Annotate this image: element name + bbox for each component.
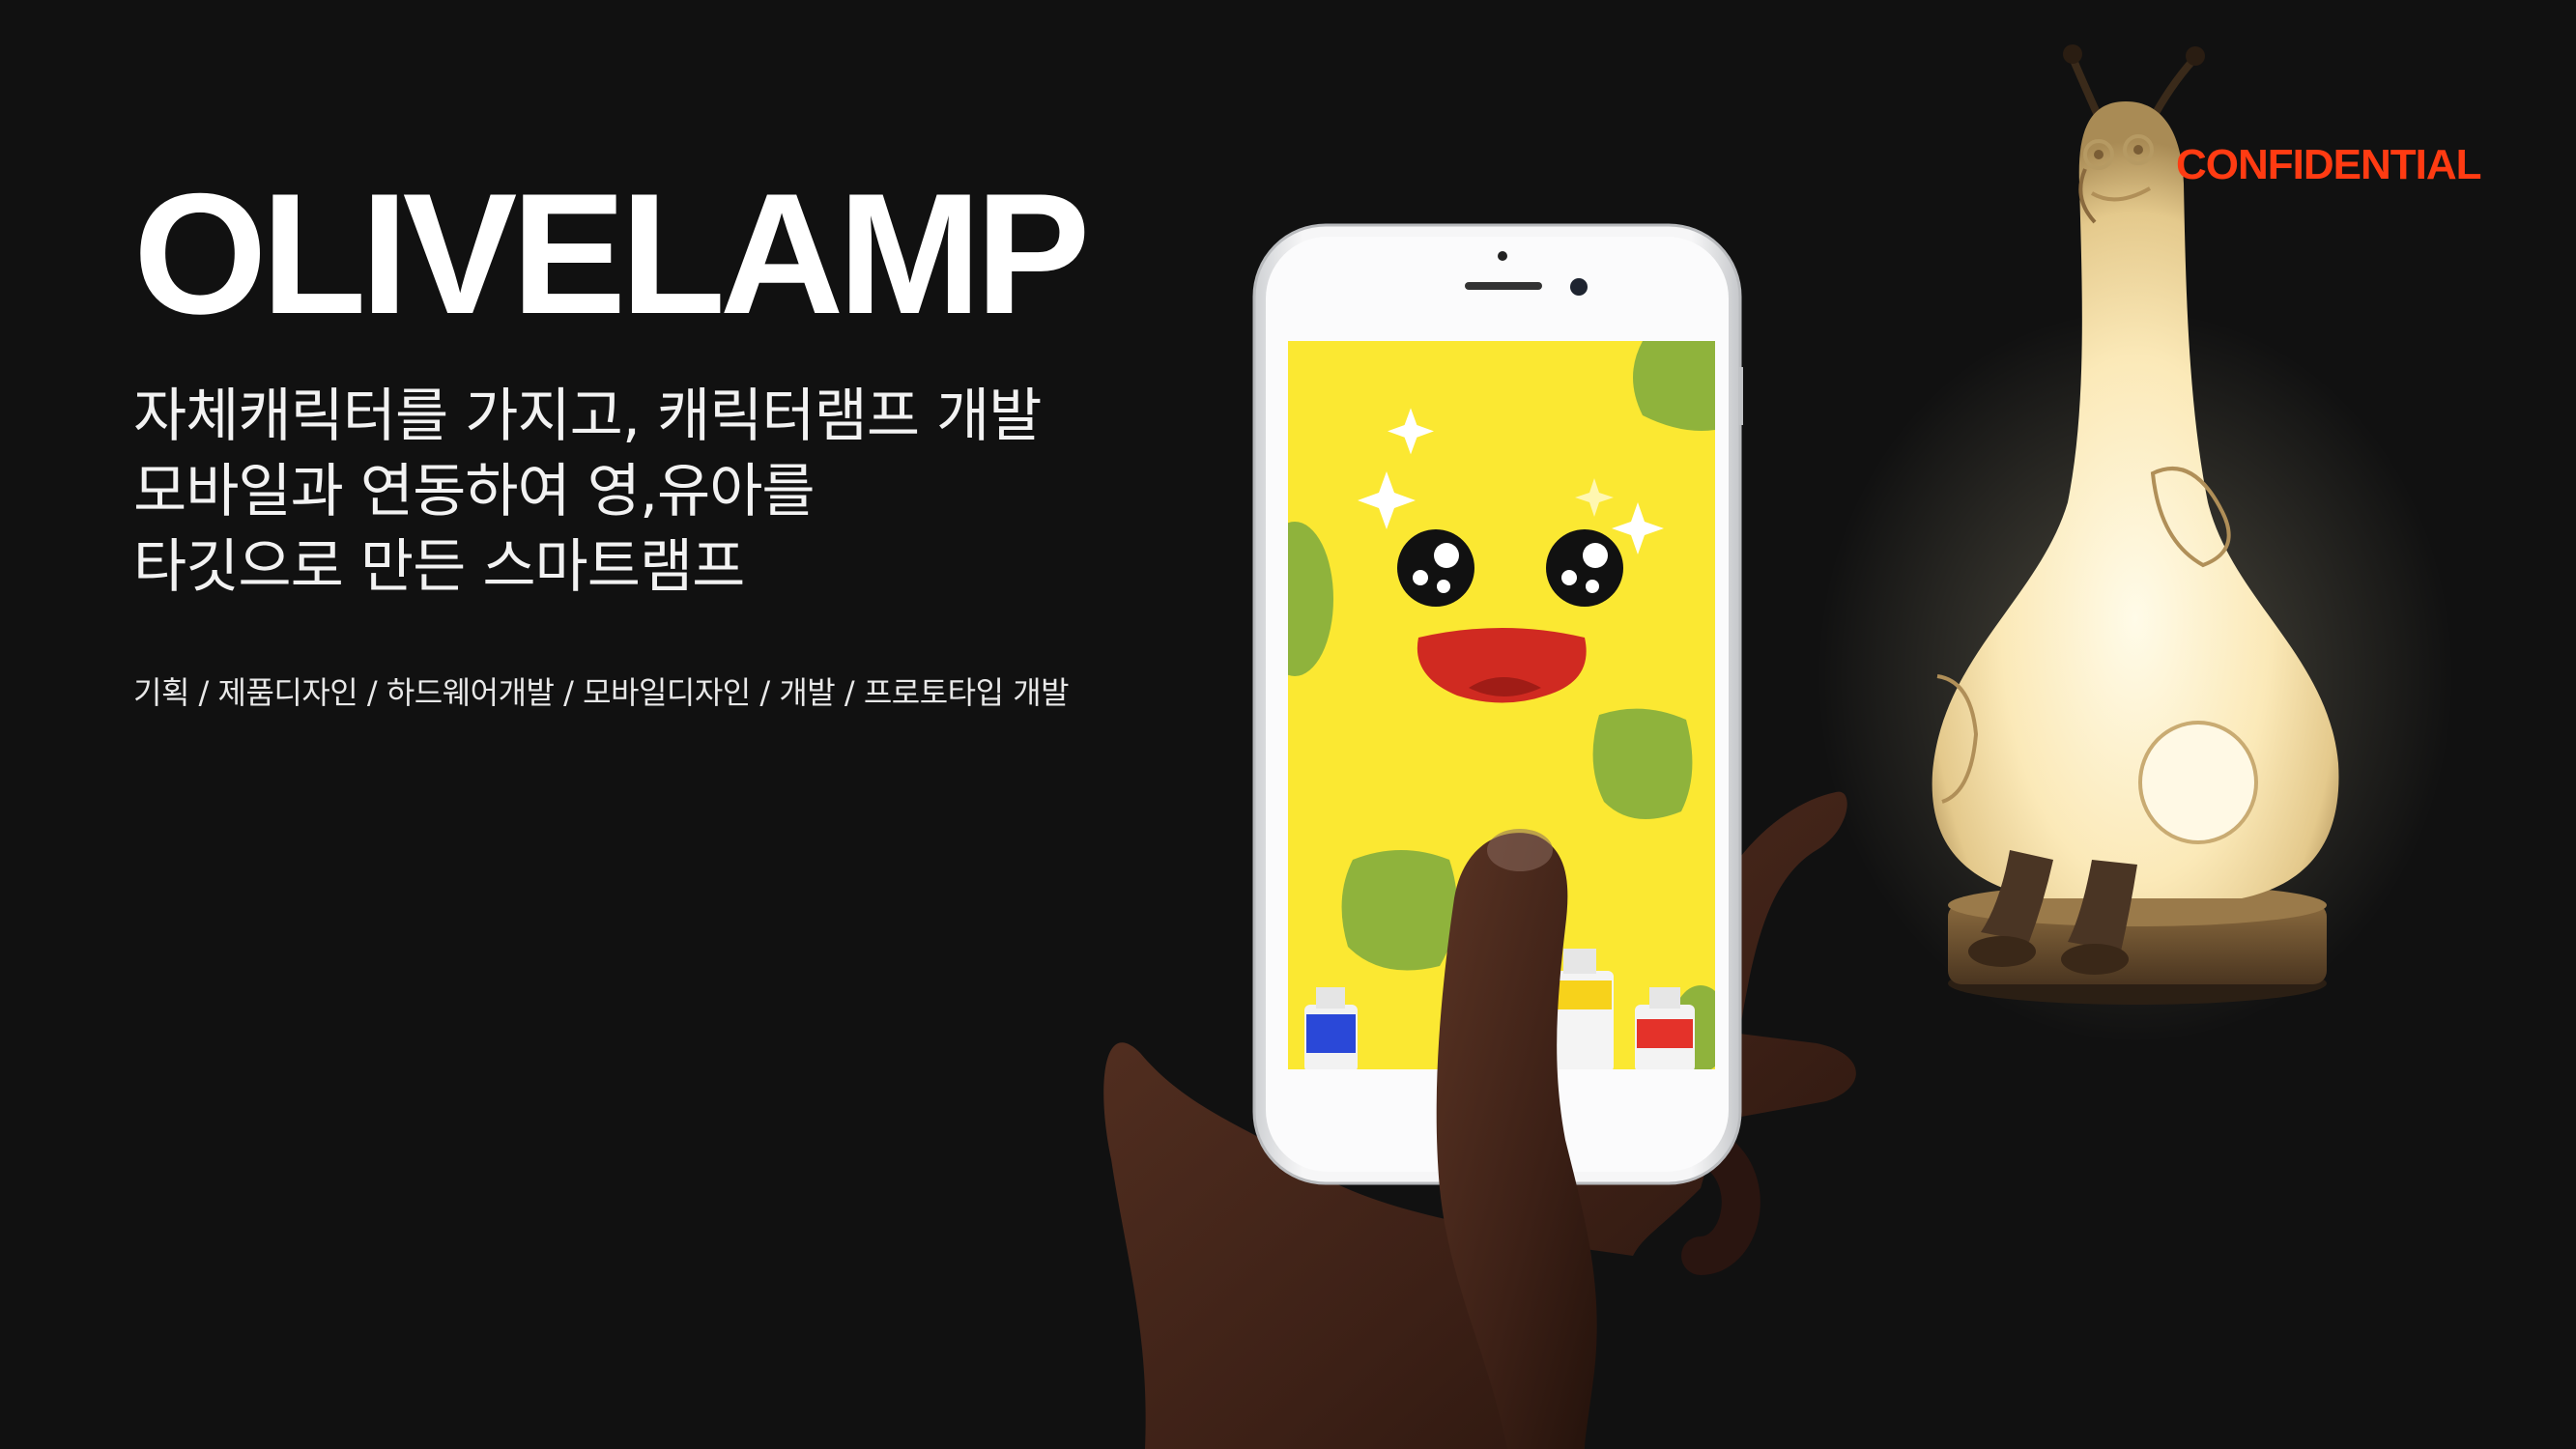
page-title: OLIVELAMP: [133, 157, 1090, 350]
project-description: 자체캐릭터를 가지고, 캐릭터램프 개발 모바일과 연동하여 영,유아를 타깃으…: [133, 379, 1042, 605]
description-line-3: 타깃으로 만든 스마트램프: [133, 533, 745, 601]
roles-list: 기획 / 제품디자인 / 하드웨어개발 / 모바일디자인 / 개발 / 프로토타…: [133, 674, 1070, 711]
description-line-1: 자체캐릭터를 가지고, 캐릭터램프 개발: [133, 383, 1042, 450]
description-line-2: 모바일과 연동하여 영,유아를: [133, 458, 816, 526]
confidential-badge: CONFIDENTIAL: [2176, 141, 2482, 188]
lamp-illustration: [1817, 44, 2454, 1043]
